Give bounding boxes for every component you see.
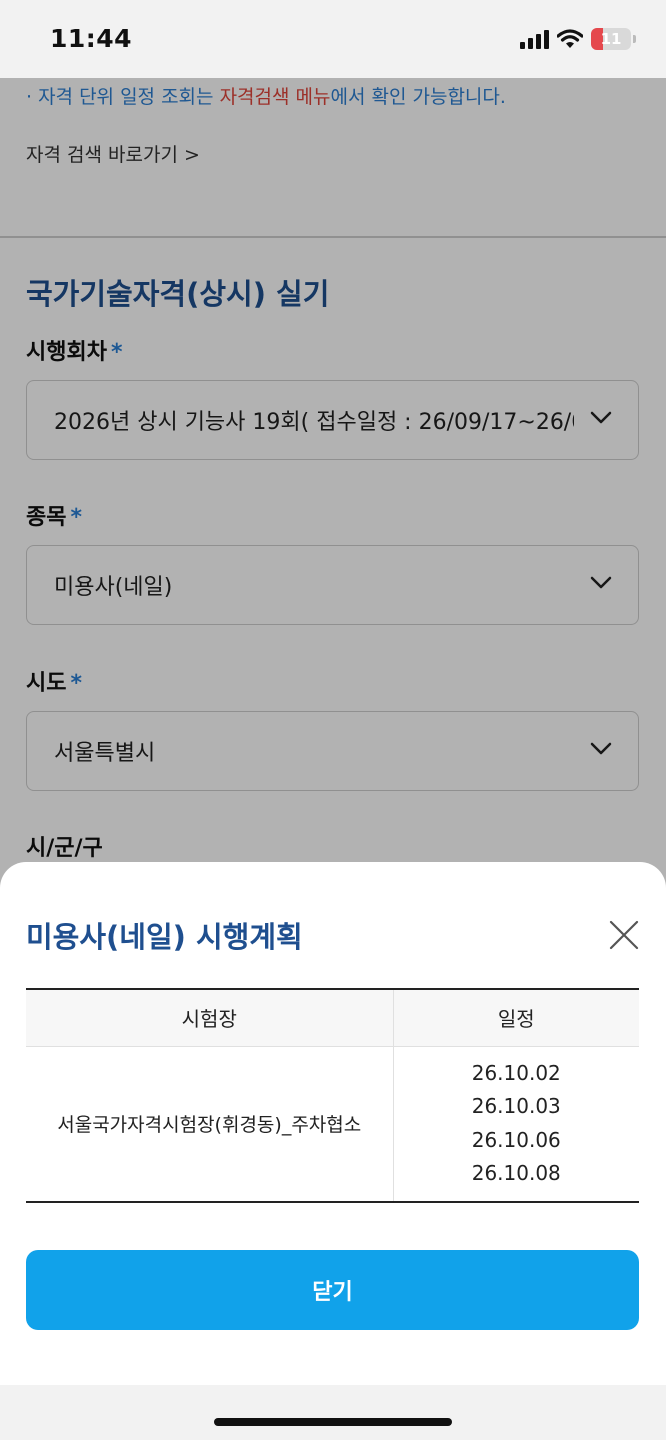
header-exam-site: 시험장 — [26, 988, 394, 1047]
close-icon[interactable] — [608, 919, 640, 951]
home-bar-area — [0, 1385, 666, 1440]
table-header-row: 시험장 일정 — [26, 988, 639, 1047]
status-bar: 11:44 11 — [0, 0, 666, 78]
schedule-date: 26.10.06 — [471, 1127, 561, 1152]
schedule-cell: 26.10.02 26.10.03 26.10.06 26.10.08 — [393, 1046, 639, 1203]
signal-icon — [520, 29, 549, 49]
header-schedule: 일정 — [393, 988, 639, 1047]
home-indicator[interactable] — [214, 1418, 452, 1426]
wifi-icon — [557, 29, 583, 48]
close-button[interactable]: 닫기 — [26, 1250, 639, 1330]
schedule-date: 26.10.02 — [471, 1060, 561, 1085]
schedule-date: 26.10.03 — [471, 1094, 561, 1118]
battery-icon: 11 — [591, 28, 631, 50]
schedule-bottom-sheet: 미용사(네일) 시행계획 시험장 일정 서울국가자격시험장(휘경동)_주차협소 … — [0, 862, 666, 1385]
status-time: 11:44 — [50, 24, 133, 53]
battery-percent: 11 — [600, 30, 622, 48]
schedule-date: 26.10.08 — [471, 1161, 561, 1185]
table-row: 서울국가자격시험장(휘경동)_주차협소 26.10.02 26.10.03 26… — [26, 1046, 639, 1203]
battery-cap — [633, 35, 636, 43]
sheet-title: 미용사(네일) 시행계획 — [26, 920, 303, 954]
status-icons: 11 — [520, 28, 636, 50]
schedule-table: 시험장 일정 서울국가자격시험장(휘경동)_주차협소 26.10.02 26.1… — [26, 988, 639, 1203]
exam-site-cell: 서울국가자격시험장(휘경동)_주차협소 — [26, 1046, 394, 1203]
